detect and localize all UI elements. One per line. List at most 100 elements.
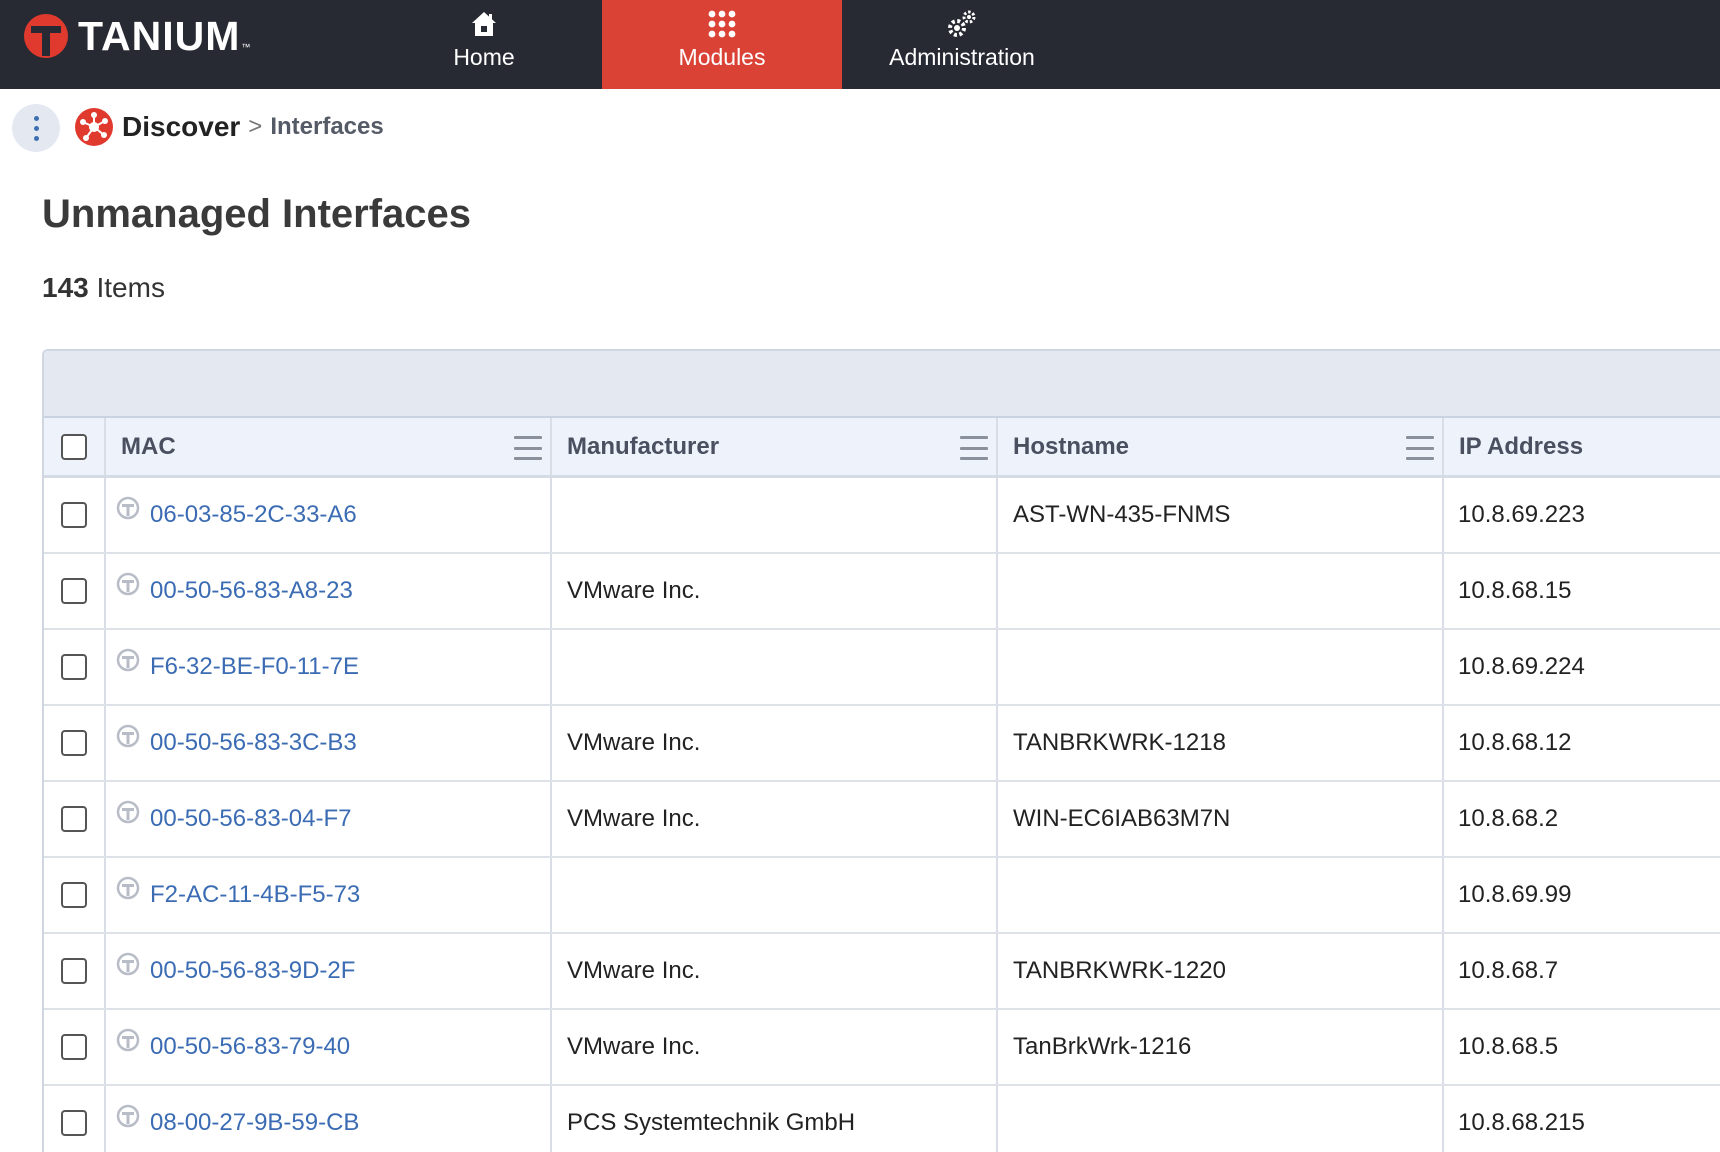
mac-link[interactable]: 00-50-56-83-79-40 (150, 1033, 350, 1061)
brand-trademark: ™ (241, 42, 251, 52)
top-navigation-bar: TANIUM ™ Home Modules Administration (0, 0, 1720, 89)
row-select-cell (44, 1010, 106, 1084)
table-row[interactable]: 00-50-56-83-79-40 VMware Inc. TanBrkWrk-12… (44, 1010, 1720, 1086)
cell-ip-address: 10.8.68.2 (1444, 782, 1720, 856)
ip-address-value: 10.8.68.7 (1458, 957, 1559, 984)
column-header-label: MAC (121, 432, 176, 460)
row-checkbox[interactable] (61, 882, 87, 908)
mac-link[interactable]: F2-AC-11-4B-F5-73 (150, 881, 360, 909)
mac-link[interactable]: 00-50-56-83-A8-23 (150, 577, 353, 605)
brand-name: TANIUM (78, 12, 241, 59)
item-count-number: 143 (42, 272, 89, 303)
cell-hostname: AST-WN-435-FNMS (998, 478, 1444, 552)
cell-manufacturer: VMware Inc. (552, 706, 998, 780)
hamburger-icon[interactable] (960, 436, 988, 460)
vertical-dots-icon (33, 115, 39, 121)
nav-tab-home[interactable]: Home (404, 0, 564, 89)
row-checkbox[interactable] (61, 654, 87, 680)
manufacturer-value: VMware Inc. (567, 1033, 701, 1060)
cell-mac: 00-50-56-83-9D-2F (106, 934, 552, 1008)
cell-ip-address: 10.8.68.215 (1444, 1086, 1720, 1152)
header-select-cell (44, 418, 106, 475)
table-row[interactable]: 08-00-27-9B-59-CB PCS Systemtechnik GmbH 1… (44, 1086, 1720, 1152)
nav-label-administration: Administration (889, 44, 1035, 70)
cell-ip-address: 10.8.69.99 (1444, 858, 1720, 932)
mac-link[interactable]: 06-03-85-2C-33-A6 (150, 501, 357, 529)
manufacturer-value: VMware Inc. (567, 577, 701, 604)
nav-tab-modules[interactable]: Modules (602, 0, 842, 89)
select-all-checkbox[interactable] (61, 433, 87, 460)
table-row[interactable]: F2-AC-11-4B-F5-73 10.8.69.99 (44, 858, 1720, 934)
row-checkbox[interactable] (61, 1110, 87, 1136)
tanium-endpoint-icon (116, 1028, 140, 1052)
cell-manufacturer (552, 858, 998, 932)
cell-manufacturer: PCS Systemtechnik GmbH (552, 1086, 998, 1152)
cell-hostname: TanBrkWrk-1216 (998, 1010, 1444, 1084)
table-row[interactable]: 00-50-56-83-9D-2F VMware Inc. TANBRKWRK-12… (44, 934, 1720, 1010)
mac-link[interactable]: 00-50-56-83-3C-B3 (150, 729, 357, 757)
row-checkbox[interactable] (61, 730, 87, 756)
hostname-value: WIN-EC6IAB63M7N (1013, 805, 1231, 832)
tanium-logo[interactable]: TANIUM ™ (22, 12, 250, 60)
tanium-endpoint-icon (116, 496, 140, 520)
page-title: Unmanaged Interfaces (42, 192, 472, 236)
cell-hostname (998, 1086, 1444, 1152)
row-select-cell (44, 1086, 106, 1152)
hostname-value: TanBrkWrk-1216 (1013, 1033, 1192, 1060)
tanium-endpoint-icon (116, 724, 140, 748)
table-row[interactable]: 06-03-85-2C-33-A6 AST-WN-435-FNMS 10.8.69.… (44, 478, 1720, 554)
ip-address-value: 10.8.68.15 (1458, 577, 1572, 604)
side-menu-button[interactable] (12, 104, 60, 152)
column-header-mac[interactable]: MAC (106, 418, 552, 475)
ip-address-value: 10.8.68.12 (1458, 729, 1572, 756)
mac-link[interactable]: 08-00-27-9B-59-CB (150, 1109, 359, 1137)
cell-hostname (998, 858, 1444, 932)
nav-tab-administration[interactable]: Administration (842, 0, 1082, 89)
ip-address-value: 10.8.68.2 (1458, 805, 1559, 832)
row-select-cell (44, 630, 106, 704)
column-header-manufacturer[interactable]: Manufacturer (552, 418, 998, 475)
discover-network-icon (75, 108, 113, 146)
hamburger-icon[interactable] (1406, 436, 1434, 460)
cell-mac: 00-50-56-83-3C-B3 (106, 706, 552, 780)
breadcrumb-separator: > (248, 113, 263, 140)
column-header-hostname[interactable]: Hostname (998, 418, 1444, 475)
table-row[interactable]: 00-50-56-83-04-F7 VMware Inc. WIN-EC6IAB63… (44, 782, 1720, 858)
home-icon (467, 7, 501, 41)
breadcrumb-module-link[interactable]: Discover (122, 111, 240, 143)
row-checkbox[interactable] (61, 806, 87, 832)
ip-address-value: 10.8.69.99 (1458, 881, 1572, 908)
tanium-endpoint-icon (116, 648, 140, 672)
tanium-endpoint-icon (116, 1104, 140, 1128)
row-checkbox[interactable] (61, 502, 87, 528)
row-checkbox[interactable] (61, 578, 87, 604)
cell-mac: 00-50-56-83-04-F7 (106, 782, 552, 856)
table-row[interactable]: F6-32-BE-F0-11-7E 10.8.69.224 (44, 630, 1720, 706)
cell-hostname: WIN-EC6IAB63M7N (998, 782, 1444, 856)
cell-manufacturer: VMware Inc. (552, 1010, 998, 1084)
row-checkbox[interactable] (61, 958, 87, 984)
row-checkbox[interactable] (61, 1034, 87, 1060)
manufacturer-value: PCS Systemtechnik GmbH (567, 1109, 856, 1136)
cell-mac: F2-AC-11-4B-F5-73 (106, 858, 552, 932)
mac-link[interactable]: 00-50-56-83-04-F7 (150, 805, 351, 833)
mac-link[interactable]: 00-50-56-83-9D-2F (150, 957, 355, 985)
tanium-logo-icon (24, 14, 68, 58)
cell-mac: F6-32-BE-F0-11-7E (106, 630, 552, 704)
hostname-value: AST-WN-435-FNMS (1013, 501, 1231, 528)
cell-mac: 08-00-27-9B-59-CB (106, 1086, 552, 1152)
hamburger-icon[interactable] (514, 436, 542, 460)
cell-hostname (998, 630, 1444, 704)
table-row[interactable]: 00-50-56-83-A8-23 VMware Inc. 10.8.68.15 (44, 554, 1720, 630)
row-select-cell (44, 858, 106, 932)
manufacturer-value: VMware Inc. (567, 805, 701, 832)
mac-link[interactable]: F6-32-BE-F0-11-7E (150, 653, 359, 681)
cell-ip-address: 10.8.68.7 (1444, 934, 1720, 1008)
row-select-cell (44, 782, 106, 856)
manufacturer-value: VMware Inc. (567, 729, 701, 756)
cell-hostname (998, 554, 1444, 628)
table-row[interactable]: 00-50-56-83-3C-B3 VMware Inc. TANBRKWRK-12… (44, 706, 1720, 782)
cell-ip-address: 10.8.69.224 (1444, 630, 1720, 704)
column-header-ip-address[interactable]: IP Address (1444, 418, 1720, 475)
column-header-label: IP Address (1459, 432, 1584, 460)
